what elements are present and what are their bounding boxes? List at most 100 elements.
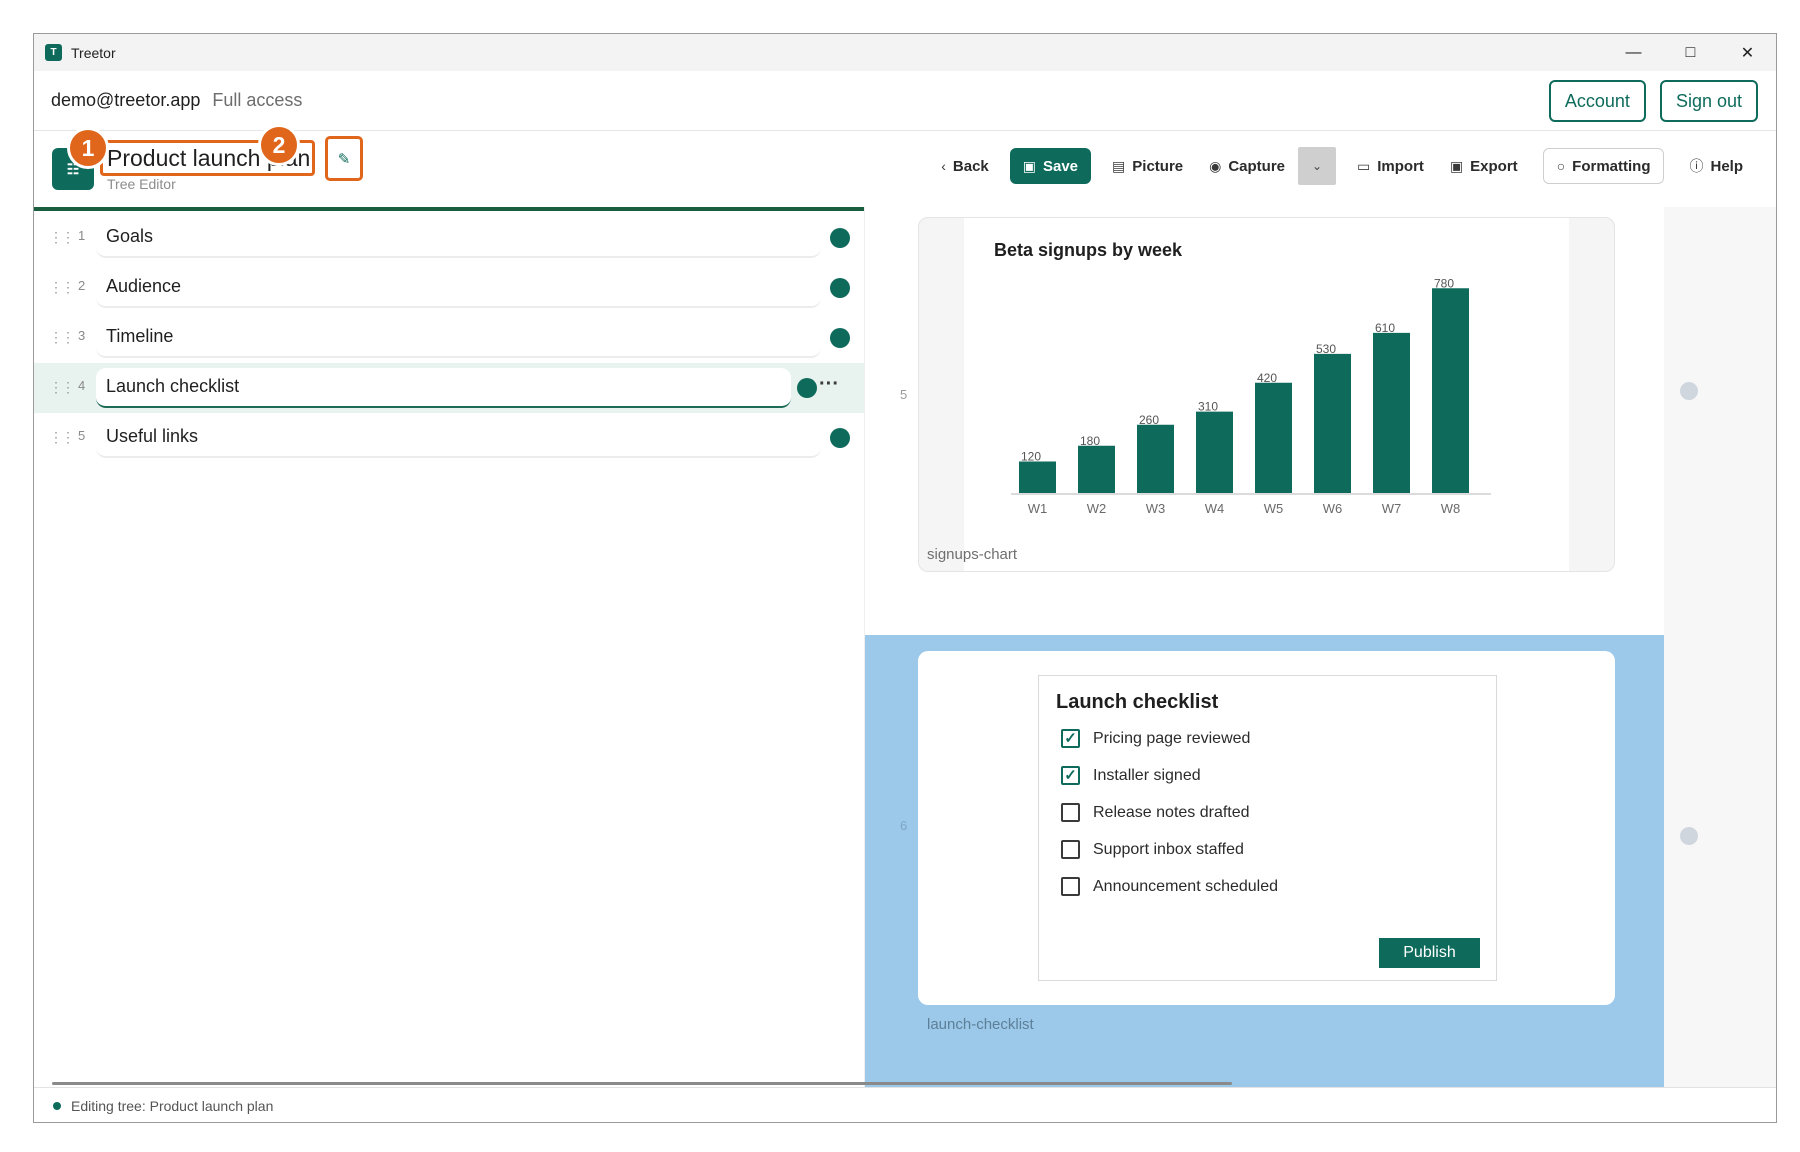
edit-title-button[interactable]: ✎ (325, 136, 363, 181)
help-button[interactable]: ⓘ Help (1676, 148, 1756, 184)
save-button[interactable]: ▣ Save (1009, 148, 1092, 184)
picture-label: Picture (1132, 157, 1184, 175)
capture-dropdown-button[interactable]: ⌄ (1298, 147, 1337, 185)
chart-bar (1137, 424, 1174, 493)
export-button[interactable]: ▣ Export (1437, 148, 1531, 184)
window-controls: — □ ✕ (1605, 34, 1776, 71)
sign-out-button[interactable]: Sign out (1659, 80, 1758, 122)
checklist-card[interactable]: Launch checklist ✓ Pricing page reviewed… (918, 651, 1615, 1005)
chart-card[interactable]: Beta signups by week 120 W1 180 W2 260 W3 310 W… (918, 217, 1615, 572)
row-label[interactable]: Timeline (106, 326, 173, 347)
chart-bar (1019, 461, 1056, 493)
close-icon[interactable]: ✕ (1719, 34, 1776, 71)
chevron-down-icon: ⌄ (1312, 159, 1323, 173)
row-field[interactable] (96, 418, 821, 458)
publish-button[interactable]: Publish (1379, 938, 1480, 968)
row-number: 2 (78, 278, 86, 293)
node-status-dot[interactable] (830, 278, 850, 298)
formatting-button[interactable]: ○ Formatting (1542, 148, 1665, 184)
chevron-left-icon: ‹ (941, 158, 946, 174)
account-bar: demo@treetor.app Full access Account Sig… (34, 71, 1776, 131)
document-subtitle: Tree Editor (107, 176, 176, 192)
checkbox-checked[interactable]: ✓ (1061, 766, 1080, 785)
connector-handle[interactable] (1680, 382, 1698, 400)
checkbox-checked[interactable]: ✓ (1061, 729, 1080, 748)
capture-label: Capture (1228, 157, 1286, 175)
user-email: demo@treetor.app (51, 90, 201, 110)
more-options-icon[interactable]: ··· (819, 373, 839, 396)
chart-bar (1432, 288, 1469, 493)
account-button[interactable]: Account (1548, 80, 1646, 122)
row-number: 3 (78, 328, 86, 343)
bar-value-label: 530 (1316, 342, 1336, 356)
checklist-caption: launch-checklist (927, 1016, 1034, 1033)
minimize-icon[interactable]: — (1605, 34, 1662, 71)
access-level: Full access (212, 90, 303, 110)
drag-handle-icon[interactable]: ⋮⋮ (49, 329, 75, 346)
bar-value-label: 610 (1375, 321, 1395, 335)
row-label[interactable]: Goals (106, 226, 153, 247)
drag-handle-icon[interactable]: ⋮⋮ (49, 429, 75, 446)
row-label[interactable]: Useful links (106, 426, 198, 447)
app-window: T Treetor — □ ✕ demo@treetor.app Full ac… (33, 33, 1777, 1123)
x-tick-label: W3 (1146, 501, 1166, 516)
checklist-item[interactable]: ✓ Installer signed (1061, 766, 1201, 785)
chart-bar (1314, 353, 1351, 493)
tree-row[interactable]: ⋮⋮ 3 Timeline (34, 313, 864, 363)
editor-toolbar: ‹ Back ▣ Save ▤ Picture ◉ Capture ⌄ ▭ Import … (928, 147, 1776, 185)
node-status-dot[interactable] (830, 328, 850, 348)
selected-node-section: 6 Launch checklist ✓ Pricing page review… (865, 635, 1665, 1087)
import-button[interactable]: ▭ Import (1344, 148, 1437, 184)
x-tick-label: W8 (1441, 501, 1461, 516)
row-field[interactable] (96, 218, 821, 258)
node-status-dot[interactable] (797, 378, 817, 398)
checklist-item[interactable]: Announcement scheduled (1061, 877, 1278, 896)
tree-row[interactable]: ⋮⋮ 5 Useful links (34, 413, 864, 463)
annotation-badge-2: 2 (258, 124, 300, 166)
checkbox-unchecked[interactable] (1061, 877, 1080, 896)
checklist-item[interactable]: Support inbox staffed (1061, 840, 1244, 859)
connector-handle[interactable] (1680, 827, 1698, 845)
x-tick-label: W2 (1087, 501, 1107, 516)
maximize-icon[interactable]: □ (1662, 34, 1719, 71)
drag-handle-icon[interactable]: ⋮⋮ (49, 229, 75, 246)
node-number: 5 (900, 387, 908, 402)
tree-row[interactable]: ⋮⋮ 2 Audience (34, 263, 864, 313)
checklist-item-label: Release notes drafted (1093, 803, 1250, 821)
row-label[interactable]: Audience (106, 276, 181, 297)
chart-area: Beta signups by week 120 W1 180 W2 260 W3 310 W… (964, 218, 1569, 571)
checkbox-unchecked[interactable] (1061, 803, 1080, 822)
title-bar: T Treetor — □ ✕ (34, 34, 1776, 71)
checklist-item[interactable]: ✓ Pricing page reviewed (1061, 729, 1250, 748)
window-title: Treetor (71, 44, 116, 61)
tree-row[interactable]: ⋮⋮ 1 Goals (34, 213, 864, 263)
chart-bar (1078, 445, 1115, 493)
bar-chart: 120 W1 180 W2 260 W3 310 W4 420 W5 530 W6 610 W7 780 W8 (1011, 276, 1491, 516)
picture-button[interactable]: ▤ Picture (1099, 148, 1196, 184)
drag-handle-icon[interactable]: ⋮⋮ (49, 379, 75, 396)
node-status-dot[interactable] (830, 228, 850, 248)
bar-value-label: 120 (1021, 450, 1041, 464)
export-label: Export (1470, 157, 1518, 175)
row-label[interactable]: Launch checklist (106, 376, 239, 397)
capture-button[interactable]: ◉ Capture (1196, 148, 1298, 184)
drag-handle-icon[interactable]: ⋮⋮ (49, 279, 75, 296)
bar-value-label: 260 (1139, 413, 1159, 427)
back-button[interactable]: ‹ Back (928, 148, 1002, 184)
node-status-dot[interactable] (830, 428, 850, 448)
bar-value-label: 420 (1257, 371, 1277, 385)
bar-value-label: 780 (1434, 276, 1454, 290)
help-icon: ⓘ (1689, 158, 1704, 174)
editor-header: ☷ Product launch plan Tree Editor ✎ 1 2 … (34, 124, 1776, 207)
checklist-item[interactable]: Release notes drafted (1061, 803, 1250, 822)
chart-bar (1196, 411, 1233, 493)
row-field[interactable] (96, 268, 821, 308)
row-field[interactable] (96, 318, 821, 358)
horizontal-scrollbar[interactable] (52, 1082, 1232, 1085)
save-label: Save (1042, 157, 1079, 175)
formatting-label: Formatting (1572, 157, 1651, 175)
status-bar: Editing tree: Product launch plan (34, 1087, 1776, 1122)
tree-row-selected[interactable]: ⋮⋮ 4 Launch checklist ··· (34, 363, 864, 413)
app-logo-icon: T (45, 44, 62, 61)
checkbox-unchecked[interactable] (1061, 840, 1080, 859)
